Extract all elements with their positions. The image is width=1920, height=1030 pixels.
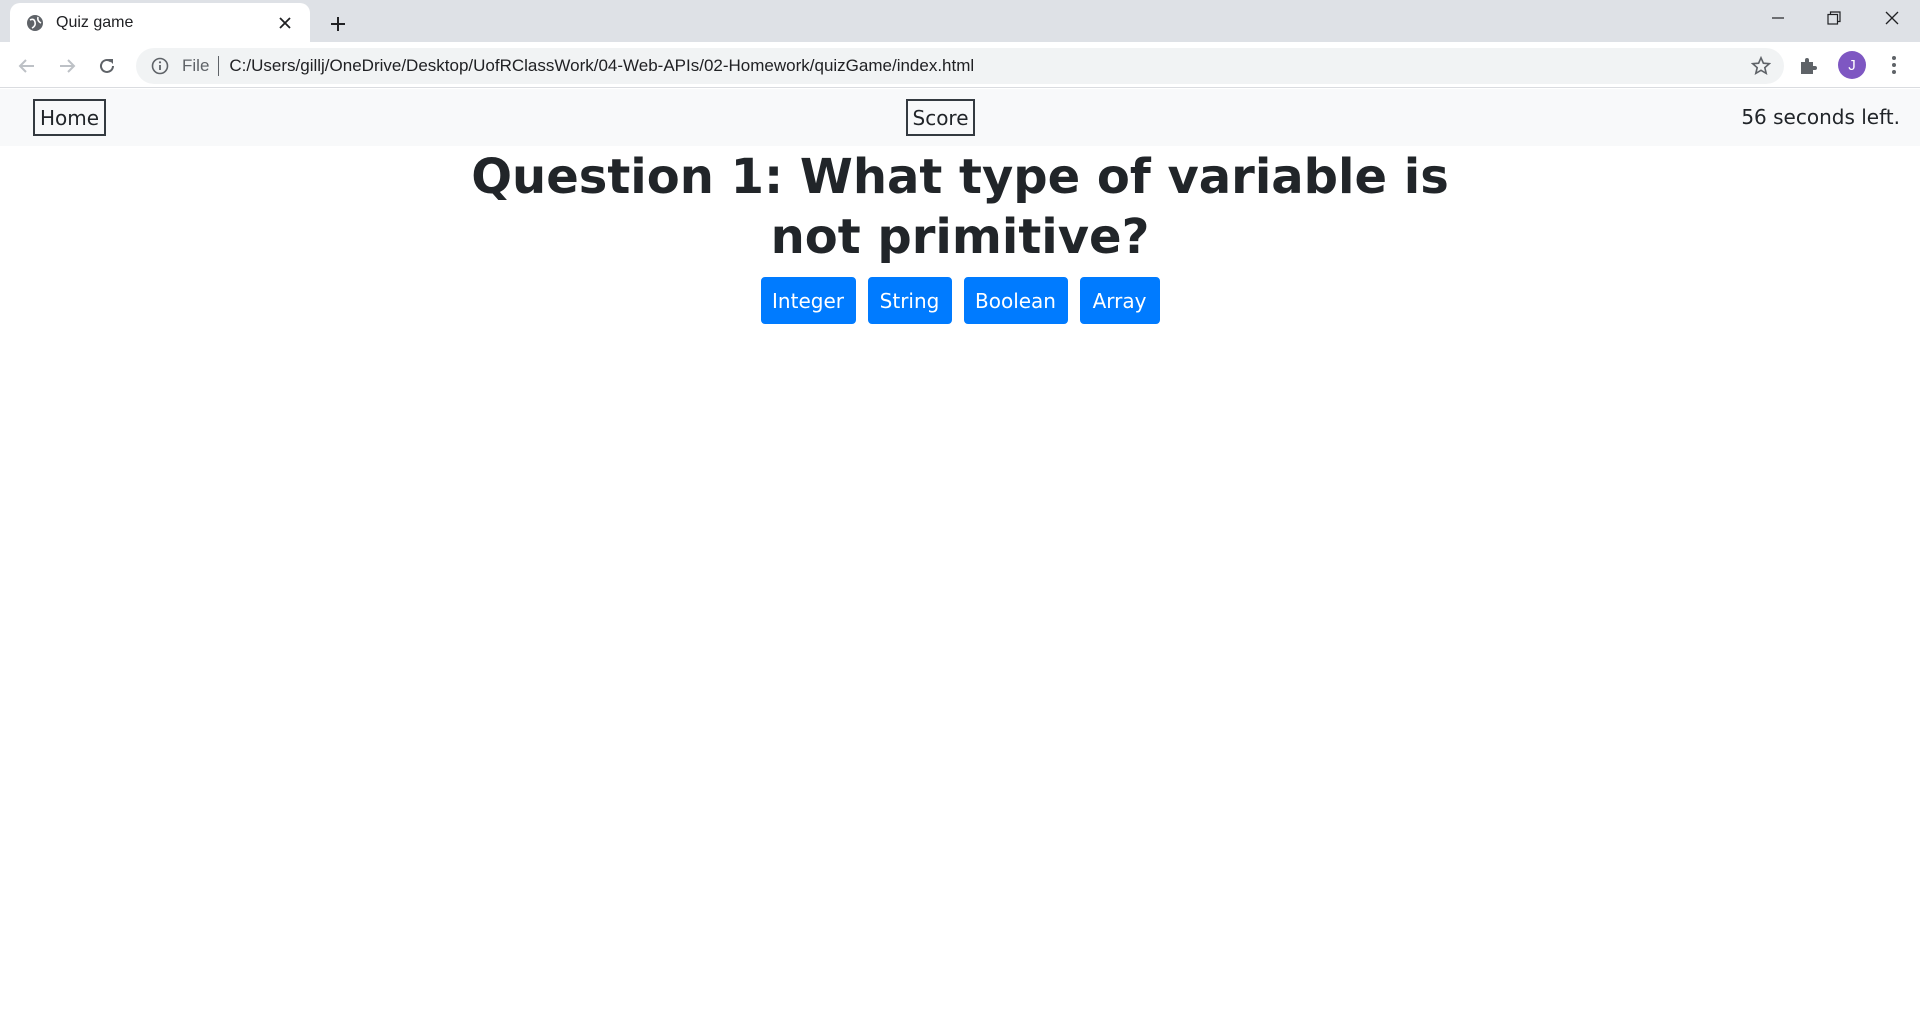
answer-buttons: Integer String Boolean Array (0, 277, 1920, 324)
minimize-icon[interactable] (1750, 0, 1806, 36)
address-bar[interactable]: File C:/Users/gillj/OneDrive/Desktop/Uof… (136, 48, 1784, 84)
score-button[interactable]: Score (906, 99, 975, 136)
extensions-puzzle-icon[interactable] (1796, 54, 1820, 78)
restore-icon[interactable] (1806, 0, 1862, 36)
tab-title: Quiz game (56, 13, 134, 31)
close-window-icon[interactable] (1864, 0, 1920, 36)
globe-icon (26, 14, 44, 32)
forward-arrow-icon[interactable] (50, 49, 84, 83)
info-icon[interactable] (150, 56, 170, 76)
avatar-initial: J (1848, 56, 1856, 74)
scheme-separator (218, 56, 220, 76)
answer-button-integer[interactable]: Integer (760, 277, 856, 324)
bookmark-star-icon[interactable] (1750, 55, 1772, 77)
answer-button-string[interactable]: String (867, 277, 952, 324)
question-heading: Question 1: What type of variable is not… (471, 149, 1449, 265)
reload-icon[interactable] (90, 49, 124, 83)
url-text[interactable]: C:/Users/gillj/OneDrive/Desktop/UofRClas… (229, 56, 974, 76)
profile-avatar[interactable]: J (1838, 51, 1866, 79)
browser-tab[interactable]: Quiz game (10, 3, 310, 42)
quiz-navbar: Home Score 56 seconds left. (0, 89, 1920, 146)
timer-text: 56 seconds left. (1741, 105, 1900, 129)
scheme-label: File (182, 56, 210, 75)
page-content: Home Score 56 seconds left. Question 1: … (0, 89, 1920, 1030)
more-menu-icon[interactable] (1880, 51, 1908, 79)
browser-tabstrip: Quiz game (0, 0, 1920, 42)
back-arrow-icon[interactable] (10, 49, 44, 83)
close-tab-icon[interactable] (274, 12, 296, 34)
new-tab-icon[interactable] (322, 8, 354, 40)
home-button[interactable]: Home (33, 99, 106, 136)
answer-button-array[interactable]: Array (1079, 277, 1160, 324)
browser-toolbar: File C:/Users/gillj/OneDrive/Desktop/Uof… (0, 42, 1920, 88)
answer-button-boolean[interactable]: Boolean (963, 277, 1068, 324)
